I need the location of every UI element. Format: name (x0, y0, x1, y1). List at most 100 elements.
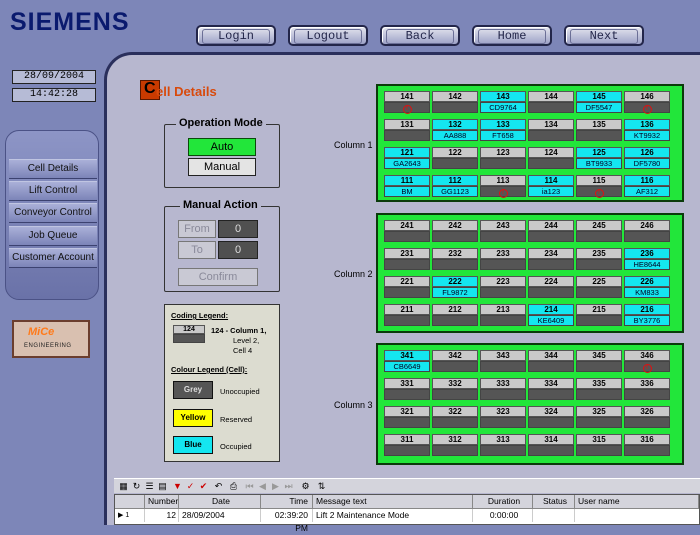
cell-315[interactable]: 315 (576, 434, 622, 456)
to-field[interactable]: 0 (218, 241, 258, 259)
filter-icon[interactable]: ▼ (172, 481, 183, 492)
cell-333[interactable]: 333 (480, 378, 526, 400)
cell-235[interactable]: 235 (576, 248, 622, 270)
grid-icon[interactable]: ▦ (118, 481, 129, 492)
cell-246[interactable]: 246 (624, 220, 670, 242)
acknowledge-all-icon[interactable]: ✔ (198, 481, 209, 492)
cell-121[interactable]: 121 GA2643 (384, 147, 430, 169)
cell-321[interactable]: 321 (384, 406, 430, 428)
sidebar-item-cell-details[interactable]: Cell Details (9, 159, 97, 179)
cell-223[interactable]: 223 (480, 276, 526, 298)
login-button[interactable]: Login (196, 25, 276, 46)
cell-135[interactable]: 135 (576, 119, 622, 141)
sidebar-item-job-queue[interactable]: Job Queue (9, 226, 97, 246)
sort-icon[interactable]: ⇅ (316, 481, 327, 492)
cell-314[interactable]: 314 (528, 434, 574, 456)
cell-221[interactable]: 221 (384, 276, 430, 298)
cell-342[interactable]: 342 (432, 350, 478, 372)
document-icon[interactable]: ▤ (157, 481, 168, 492)
cell-115[interactable]: 115! (576, 175, 622, 198)
cell-322[interactable]: 322 (432, 406, 478, 428)
cell-243[interactable]: 243 (480, 220, 526, 242)
from-field[interactable]: 0 (218, 220, 258, 238)
cell-236[interactable]: 236 HE8644 (624, 248, 670, 270)
cell-131[interactable]: 131 (384, 119, 430, 141)
cell-326[interactable]: 326 (624, 406, 670, 428)
cell-143[interactable]: 143 CD9764 (480, 91, 526, 113)
cell-216[interactable]: 216 BY3776 (624, 304, 670, 326)
refresh-icon[interactable]: ↻ (131, 481, 142, 492)
cell-124[interactable]: 124 (528, 147, 574, 169)
cell-344[interactable]: 344 (528, 350, 574, 372)
cell-113[interactable]: 113! (480, 175, 526, 198)
cell-123[interactable]: 123 (480, 147, 526, 169)
cell-231[interactable]: 231 (384, 248, 430, 270)
cell-211[interactable]: 211 (384, 304, 430, 326)
cell-232[interactable]: 232 (432, 248, 478, 270)
cell-234[interactable]: 234 (528, 248, 574, 270)
last-icon[interactable]: ⏭ (283, 481, 294, 492)
next-button[interactable]: Next (564, 25, 644, 46)
cell-125[interactable]: 125 BT9933 (576, 147, 622, 169)
cell-245[interactable]: 245 (576, 220, 622, 242)
cell-345[interactable]: 345 (576, 350, 622, 372)
cell-132[interactable]: 132 AA888 (432, 119, 478, 141)
auto-mode-button[interactable]: Auto (188, 138, 256, 156)
cell-311[interactable]: 311 (384, 434, 430, 456)
cell-141[interactable]: 141! (384, 91, 430, 114)
list-icon[interactable]: ☰ (144, 481, 155, 492)
sidebar-item-conveyor-control[interactable]: Conveyor Control (9, 203, 97, 223)
cell-312[interactable]: 312 (432, 434, 478, 456)
cell-241[interactable]: 241 (384, 220, 430, 242)
undo-icon[interactable]: ↶ (213, 481, 224, 492)
cell-313[interactable]: 313 (480, 434, 526, 456)
cell-224[interactable]: 224 (528, 276, 574, 298)
cell-323[interactable]: 323 (480, 406, 526, 428)
cell-336[interactable]: 336 (624, 378, 670, 400)
cell-324[interactable]: 324 (528, 406, 574, 428)
cell-142[interactable]: 142 (432, 91, 478, 113)
settings-icon[interactable]: ⚙ (300, 481, 311, 492)
prev-icon[interactable]: ◀ (257, 481, 268, 492)
cell-332[interactable]: 332 (432, 378, 478, 400)
sidebar-item-customer-account[interactable]: Customer Account (9, 248, 97, 268)
cell-316[interactable]: 316 (624, 434, 670, 456)
cell-112[interactable]: 112 GG1123 (432, 175, 478, 197)
cell-233[interactable]: 233 (480, 248, 526, 270)
cell-145[interactable]: 145 DF5547 (576, 91, 622, 113)
cell-212[interactable]: 212 (432, 304, 478, 326)
manual-mode-button[interactable]: Manual (188, 158, 256, 176)
logout-button[interactable]: Logout (288, 25, 368, 46)
first-icon[interactable]: ⏮ (244, 481, 255, 492)
confirm-button[interactable]: Confirm (178, 268, 258, 286)
cell-341[interactable]: 341 CB6649 (384, 350, 430, 372)
cell-214[interactable]: 214 KE6409 (528, 304, 574, 326)
back-button[interactable]: Back (380, 25, 460, 46)
home-button[interactable]: Home (472, 25, 552, 46)
cell-334[interactable]: 334 (528, 378, 574, 400)
cell-244[interactable]: 244 (528, 220, 574, 242)
cell-146[interactable]: 146! (624, 91, 670, 114)
cell-114[interactable]: 114 ia123 (528, 175, 574, 197)
cell-343[interactable]: 343 (480, 350, 526, 372)
sidebar-item-lift-control[interactable]: Lift Control (9, 181, 97, 201)
cell-144[interactable]: 144 (528, 91, 574, 113)
cell-331[interactable]: 331 (384, 378, 430, 400)
cell-335[interactable]: 335 (576, 378, 622, 400)
cell-346[interactable]: 346! (624, 350, 670, 373)
cell-116[interactable]: 116 AF312 (624, 175, 670, 197)
cell-226[interactable]: 226 KM833 (624, 276, 670, 298)
next-icon[interactable]: ▶ (270, 481, 281, 492)
cell-126[interactable]: 126 DF5780 (624, 147, 670, 169)
row-marker[interactable]: ▶ 1 (115, 509, 145, 522)
cell-134[interactable]: 134 (528, 119, 574, 141)
cell-122[interactable]: 122 (432, 147, 478, 169)
cell-133[interactable]: 133 FT658 (480, 119, 526, 141)
acknowledge-icon[interactable]: ✓ (185, 481, 196, 492)
cell-213[interactable]: 213 (480, 304, 526, 326)
cell-136[interactable]: 136 KT9932 (624, 119, 670, 141)
cell-222[interactable]: 222 FL9872 (432, 276, 478, 298)
cell-325[interactable]: 325 (576, 406, 622, 428)
cell-225[interactable]: 225 (576, 276, 622, 298)
print-icon[interactable]: ⎙ (228, 481, 239, 492)
